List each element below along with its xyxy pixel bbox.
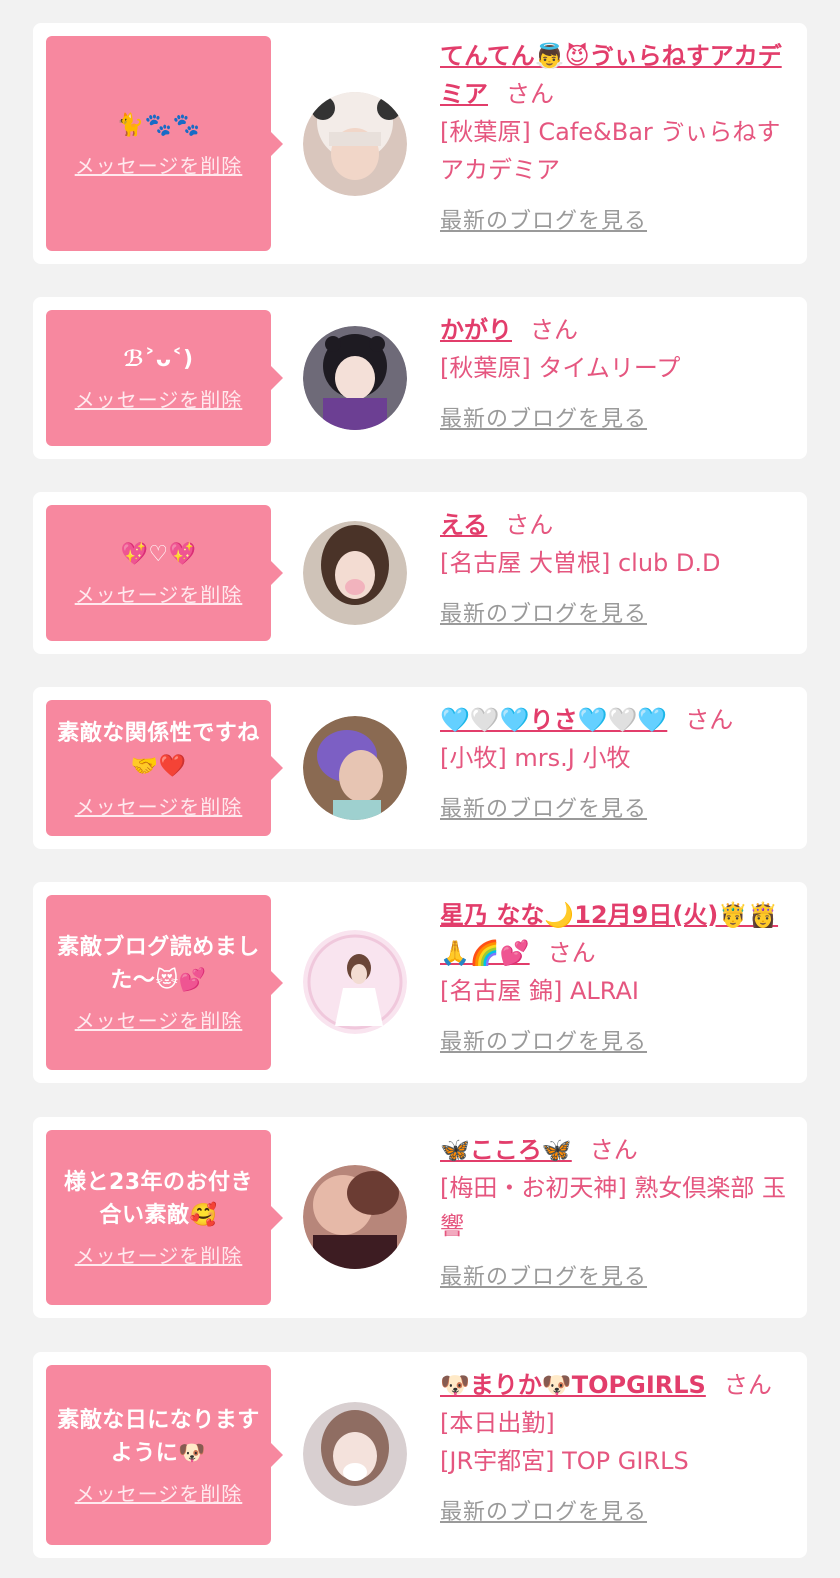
honorific: さん [506, 80, 554, 108]
shop-info: [JR宇都宮] TOP GIRLS [440, 1447, 689, 1475]
message-bubble: ℬ˃ᴗ˂) メッセージを削除 [46, 310, 283, 446]
honorific: さん [723, 1371, 772, 1399]
message-bubble: 素敵な関係性ですね🤝❤️ メッセージを削除 [46, 700, 283, 836]
message-bubble: 素敵ブログ読めました〜😻💕 メッセージを削除 [46, 895, 283, 1070]
latest-blog-link[interactable]: 最新のブログを見る [440, 401, 647, 439]
message-card: 素敵な関係性ですね🤝❤️ メッセージを削除 🩵🤍🩵りさ🩵🤍🩵 さん [小牧] mr… [33, 687, 807, 849]
girl-info: てんてん👼😈ゔぃらねすアカデミア さん [秋葉原] Cafe&Bar ゔぃらねすア… [440, 37, 792, 241]
avatar[interactable] [303, 1402, 407, 1506]
girl-name-link[interactable]: 星乃 なな🌙12月9日(火)🤴👸🙏🌈💕 [440, 901, 778, 967]
message-text: 様と23年のお付き合い素敵🥰 [63, 1170, 254, 1228]
avatar[interactable] [303, 92, 407, 196]
message-card: 素敵ブログ読めました〜😻💕 メッセージを削除 星乃 なな🌙12月9日(火)🤴👸🙏… [33, 882, 807, 1083]
message-card: 素敵な日になりますように🐶 メッセージを削除 🐶まりか🐶TOPGIRLS さん [本… [33, 1352, 807, 1558]
girl-info: える さん [名古屋 大曽根] club D.D 最新のブログを見る [440, 506, 792, 634]
avatar[interactable] [303, 930, 407, 1034]
message-card: 🐈🐾🐾 メッセージを削除 てんてん👼😈ゔぃらねすアカデミア さん [秋葉原] Ca… [33, 23, 807, 264]
girl-name-link[interactable]: える [440, 511, 487, 539]
shop-info: [梅田・お初天神] 熟女倶楽部 玉響 [440, 1174, 786, 1240]
honorific: さん [530, 316, 578, 344]
message-text: 素敵ブログ読めました〜😻💕 [57, 935, 260, 993]
latest-blog-link[interactable]: 最新のブログを見る [440, 596, 647, 634]
message-bubble: 素敵な日になりますように🐶 メッセージを削除 [46, 1365, 283, 1545]
avatar[interactable] [303, 716, 407, 820]
latest-blog-link[interactable]: 最新のブログを見る [440, 1259, 647, 1297]
girl-name-link[interactable]: てんてん👼😈ゔぃらねすアカデミア [440, 42, 782, 108]
delete-message-link[interactable]: メッセージを削除 [75, 791, 243, 820]
latest-blog-link[interactable]: 最新のブログを見る [440, 203, 647, 241]
honorific: さん [589, 1136, 638, 1164]
girl-name-link[interactable]: かがり [440, 316, 512, 344]
message-card: 様と23年のお付き合い素敵🥰 メッセージを削除 🦋こころ🦋 さん [梅田・お初天神… [33, 1117, 807, 1318]
message-text: 🐈🐾🐾 [116, 112, 201, 138]
girl-info: 🐶まりか🐶TOPGIRLS さん[本日出勤] [JR宇都宮] TOP GIRLS … [440, 1366, 792, 1532]
message-card: ℬ˃ᴗ˂) メッセージを削除 かがり さん [秋葉原] タイムリープ 最新のブログ… [33, 297, 807, 459]
girl-info: 🦋こころ🦋 さん [梅田・お初天神] 熟女倶楽部 玉響 最新のブログを見る [440, 1131, 792, 1297]
shop-info: [秋葉原] Cafe&Bar ゔぃらねすアカデミア [440, 118, 781, 184]
latest-blog-link[interactable]: 最新のブログを見る [440, 1494, 647, 1532]
delete-message-link[interactable]: メッセージを削除 [75, 150, 243, 179]
girl-name-link[interactable]: 🦋こころ🦋 [440, 1136, 572, 1164]
shop-info: [秋葉原] タイムリープ [440, 354, 681, 382]
work-status: [本日出勤] [440, 1409, 555, 1437]
message-text: 素敵な関係性ですね🤝❤️ [57, 720, 260, 779]
honorific: さん [547, 939, 596, 967]
message-text: 💖♡💖 [120, 542, 197, 567]
honorific: さん [685, 706, 734, 734]
girl-name-link[interactable]: 🩵🤍🩵りさ🩵🤍🩵 [440, 706, 667, 734]
delete-message-link[interactable]: メッセージを削除 [75, 1240, 243, 1269]
girl-info: かがり さん [秋葉原] タイムリープ 最新のブログを見る [440, 311, 792, 439]
message-card: 💖♡💖 メッセージを削除 える さん [名古屋 大曽根] club D.D 最新の… [33, 492, 807, 654]
avatar[interactable] [303, 521, 407, 625]
avatar[interactable] [303, 326, 407, 430]
delete-message-link[interactable]: メッセージを削除 [75, 1478, 243, 1507]
delete-message-link[interactable]: メッセージを削除 [75, 1005, 243, 1034]
avatar[interactable] [303, 1165, 407, 1269]
honorific: さん [505, 511, 554, 539]
message-bubble: 様と23年のお付き合い素敵🥰 メッセージを削除 [46, 1130, 283, 1305]
message-bubble: 🐈🐾🐾 メッセージを削除 [46, 36, 283, 251]
girl-name-link[interactable]: 🐶まりか🐶TOPGIRLS [440, 1371, 706, 1399]
delete-message-link[interactable]: メッセージを削除 [75, 579, 243, 608]
latest-blog-link[interactable]: 最新のブログを見る [440, 1024, 647, 1062]
message-text: ℬ˃ᴗ˂) [123, 347, 194, 372]
girl-info: 星乃 なな🌙12月9日(火)🤴👸🙏🌈💕 さん [名古屋 錦] ALRAI 最新のブ… [440, 896, 792, 1062]
message-list: 🐈🐾🐾 メッセージを削除 てんてん👼😈ゔぃらねすアカデミア さん [秋葉原] Ca… [0, 0, 840, 1578]
shop-info: [小牧] mrs.J 小牧 [440, 744, 631, 772]
shop-info: [名古屋 錦] ALRAI [440, 977, 639, 1005]
shop-info: [名古屋 大曽根] club D.D [440, 549, 721, 577]
girl-info: 🩵🤍🩵りさ🩵🤍🩵 さん [小牧] mrs.J 小牧 最新のブログを見る [440, 701, 792, 829]
delete-message-link[interactable]: メッセージを削除 [75, 384, 243, 413]
latest-blog-link[interactable]: 最新のブログを見る [440, 791, 647, 829]
message-text: 素敵な日になりますように🐶 [57, 1407, 260, 1466]
message-bubble: 💖♡💖 メッセージを削除 [46, 505, 283, 641]
